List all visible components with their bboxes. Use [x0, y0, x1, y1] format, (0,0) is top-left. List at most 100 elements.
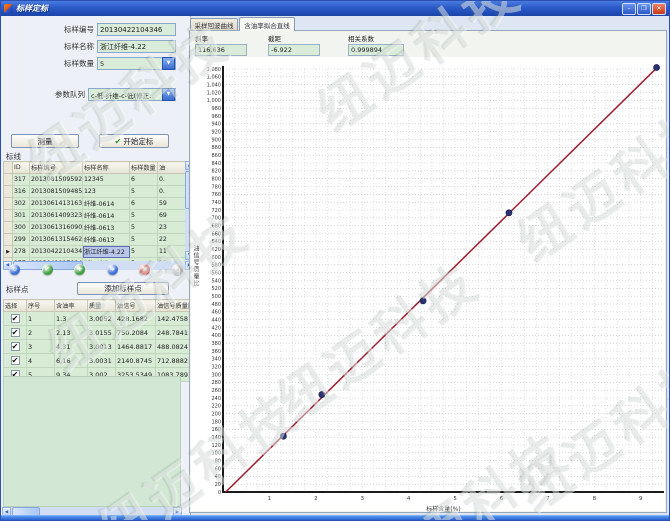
- samples-column-header[interactable]: 标样数量: [130, 162, 158, 174]
- table-cell[interactable]: 5: [130, 222, 158, 234]
- table-cell[interactable]: 5: [130, 234, 158, 246]
- apply-icon[interactable]: ➜: [107, 264, 118, 275]
- svg-text:680: 680: [211, 223, 221, 229]
- svg-text:260: 260: [211, 388, 221, 394]
- table-cell[interactable]: 6: [130, 174, 158, 186]
- checkbox-cell[interactable]: ✔: [4, 312, 27, 326]
- table-cell[interactable]: 123: [83, 186, 130, 198]
- table-cell[interactable]: 纤维-0613: [83, 234, 130, 246]
- svg-text:900: 900: [211, 137, 221, 143]
- table-cell[interactable]: 302: [13, 198, 30, 210]
- table-cell[interactable]: 3.0052: [88, 312, 116, 326]
- points-column-header[interactable]: 油信号: [116, 300, 156, 312]
- table-row[interactable]: ✔22.133.0155750.2084248.7841: [4, 326, 200, 340]
- checkbox[interactable]: ✔: [11, 328, 20, 337]
- table-cell[interactable]: 纤维-0613: [83, 222, 130, 234]
- points-column-header[interactable]: 含油率: [55, 300, 88, 312]
- samples-column-header[interactable]: ID: [13, 162, 30, 174]
- table-cell[interactable]: 1: [27, 312, 55, 326]
- samples-column-header[interactable]: 标样编号: [30, 162, 83, 174]
- points-column-header[interactable]: 选择: [4, 300, 27, 312]
- table-row[interactable]: 30020130613160900纤维-0613523: [4, 222, 202, 234]
- sample-count-select[interactable]: 5 ▼: [97, 57, 176, 70]
- table-row[interactable]: 29920130613154620纤维-0613522: [4, 234, 202, 246]
- table-cell[interactable]: 5: [130, 246, 158, 258]
- table-cell[interactable]: 299: [13, 234, 30, 246]
- table-row[interactable]: ✔11.33.0052428.1682142.4758: [4, 312, 200, 326]
- table-row[interactable]: 317201308150959211234560.: [4, 174, 202, 186]
- table-cell[interactable]: 20130613160900: [30, 222, 83, 234]
- table-cell[interactable]: 纤维-0614: [83, 210, 130, 222]
- table-cell[interactable]: 300: [13, 222, 30, 234]
- table-row[interactable]: ✔46.163.00312140.8745712.8882: [4, 354, 200, 368]
- table-cell[interactable]: 5: [130, 186, 158, 198]
- table-cell[interactable]: 316: [13, 186, 30, 198]
- record-toolbar: ↻ ✔ ✚ ➜ ✖ ○: [3, 264, 189, 277]
- checkbox-cell[interactable]: ✔: [4, 354, 27, 368]
- close-button[interactable]: ✕: [652, 3, 666, 15]
- accept-icon[interactable]: ✔: [42, 264, 53, 275]
- checkbox[interactable]: ✔: [11, 314, 20, 323]
- table-cell[interactable]: 2.13: [55, 326, 88, 340]
- table-cell[interactable]: 20130614131638: [30, 198, 83, 210]
- delete-icon[interactable]: ✖: [139, 264, 150, 275]
- checkbox[interactable]: ✔: [11, 342, 20, 351]
- table-cell[interactable]: 3.0031: [88, 354, 116, 368]
- table-cell[interactable]: 6: [130, 198, 158, 210]
- table-cell[interactable]: 4.31: [55, 340, 88, 354]
- table-cell[interactable]: 3.0013: [88, 340, 116, 354]
- table-row[interactable]: 3162013081509485212350.: [4, 186, 202, 198]
- svg-text:440: 440: [211, 317, 221, 323]
- table-cell[interactable]: 4: [27, 354, 55, 368]
- table-cell[interactable]: 3.0155: [88, 326, 116, 340]
- minimize-button[interactable]: –: [622, 3, 636, 15]
- add-point-button[interactable]: 添加标样点: [77, 282, 169, 295]
- table-cell[interactable]: 纤维-0614: [83, 198, 130, 210]
- table-cell[interactable]: 浙江纤维-4.22: [83, 246, 130, 258]
- checkbox-cell[interactable]: ✔: [4, 326, 27, 340]
- table-cell[interactable]: 2140.8745: [116, 354, 156, 368]
- chevron-down-icon[interactable]: ▼: [162, 88, 175, 101]
- sample-name-field[interactable]: [97, 40, 176, 53]
- table-row[interactable]: 30220130614131638纤维-0614659: [4, 198, 202, 210]
- add-icon[interactable]: ✚: [74, 264, 85, 275]
- table-cell[interactable]: 750.2084: [116, 326, 156, 340]
- chevron-down-icon[interactable]: ▼: [162, 57, 175, 70]
- checkbox[interactable]: ✔: [11, 356, 20, 365]
- samples-column-header[interactable]: 标样名称: [83, 162, 130, 174]
- points-column-header[interactable]: 质量: [88, 300, 116, 312]
- table-cell[interactable]: 5: [130, 210, 158, 222]
- samples-table-header-row: ID标样编号标样名称标样数量油: [4, 162, 202, 174]
- measure-button[interactable]: 测量: [11, 134, 79, 148]
- table-cell[interactable]: 301: [13, 210, 30, 222]
- table-cell[interactable]: 20130815094852: [30, 186, 83, 198]
- taskbar-edge[interactable]: [1, 515, 669, 520]
- svg-text:1,020: 1,020: [207, 90, 221, 96]
- table-cell[interactable]: 20130422104346: [30, 246, 83, 258]
- checkbox-cell[interactable]: ✔: [4, 340, 27, 354]
- table-cell[interactable]: 20130613154620: [30, 234, 83, 246]
- table-cell[interactable]: 2: [27, 326, 55, 340]
- points-column-header[interactable]: 序号: [27, 300, 55, 312]
- table-cell[interactable]: 278: [13, 246, 30, 258]
- start-calibration-button[interactable]: ✔ 开始定标: [99, 134, 169, 148]
- table-cell[interactable]: 1464.8817: [116, 340, 156, 354]
- table-cell[interactable]: 317: [13, 174, 30, 186]
- table-cell[interactable]: 20130614093232: [30, 210, 83, 222]
- table-cell[interactable]: 6.16: [55, 354, 88, 368]
- refresh-icon[interactable]: ↻: [9, 264, 20, 275]
- tab-fit-line[interactable]: 含油率拟合直线: [239, 17, 295, 31]
- table-cell[interactable]: 20130815095921: [30, 174, 83, 186]
- sample-id-field[interactable]: [97, 23, 176, 36]
- table-cell[interactable]: 428.1682: [116, 312, 156, 326]
- table-cell[interactable]: 1.3: [55, 312, 88, 326]
- disabled-icon[interactable]: ○: [172, 264, 183, 275]
- maximize-button[interactable]: ❐: [637, 3, 651, 15]
- row-marker-icon: [4, 198, 13, 210]
- table-cell[interactable]: 12345: [83, 174, 130, 186]
- table-row[interactable]: ✔34.313.00131464.8817488.0824: [4, 340, 200, 354]
- table-row[interactable]: ▶27820130422104346浙江纤维-4.22511: [4, 246, 202, 258]
- param-queue-select[interactable]: c-低-纤维-c-低(修正: ▼: [88, 88, 176, 101]
- table-cell[interactable]: 3: [27, 340, 55, 354]
- table-row[interactable]: 30120130614093232纤维-0614569: [4, 210, 202, 222]
